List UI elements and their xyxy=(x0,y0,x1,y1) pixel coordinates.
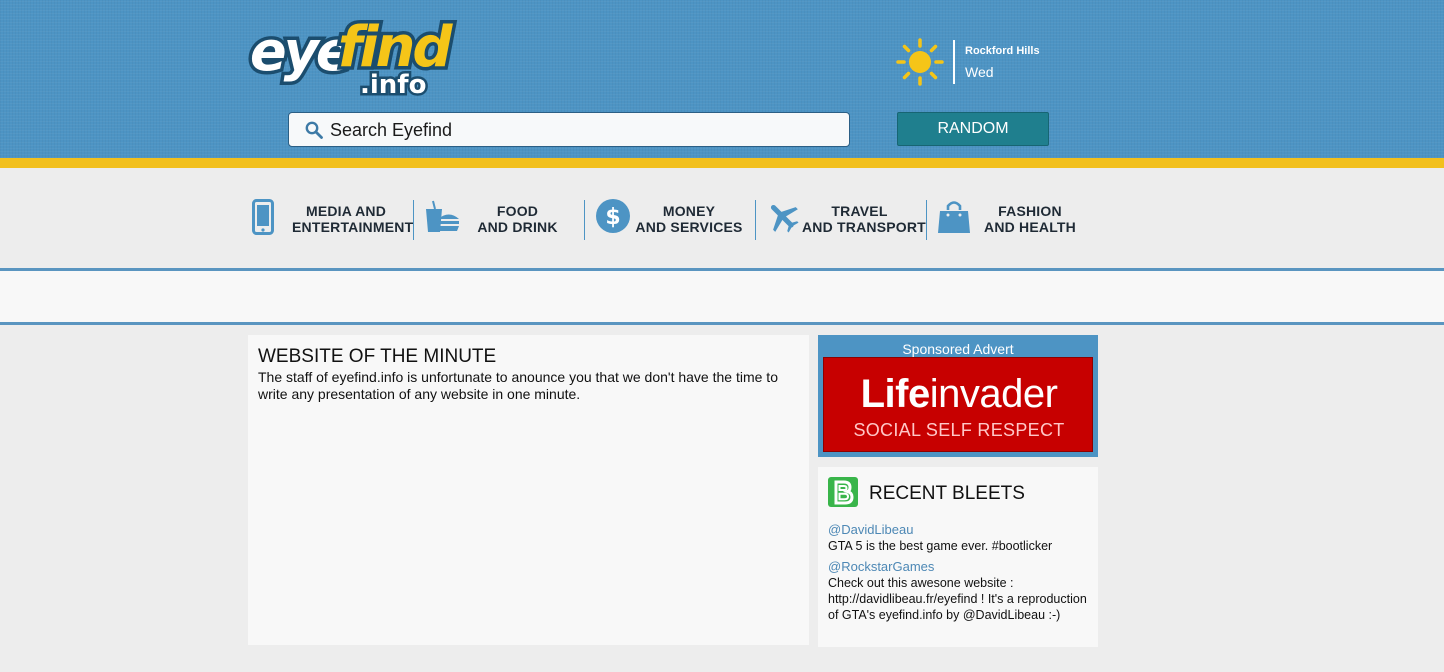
svg-text:eye: eye xyxy=(250,20,351,83)
search-box[interactable] xyxy=(288,112,850,147)
category-media-entertainment[interactable]: MEDIA AND ENTERTAINMENT xyxy=(252,198,414,240)
bleet-item: @RockstarGames Check out this awesone we… xyxy=(828,559,1088,623)
search-icon[interactable] xyxy=(305,121,323,139)
svg-text:.info: .info xyxy=(360,70,426,100)
phone-icon xyxy=(252,199,274,235)
category-label: TRAVEL AND TRANSPORT xyxy=(802,203,926,235)
bleets-title: RECENT BLEETS xyxy=(869,483,1025,504)
category-label: MEDIA AND ENTERTAINMENT xyxy=(292,203,414,235)
bleeter-icon xyxy=(828,477,858,507)
lifeinvader-ad-banner[interactable]: Lifeinvader SOCIAL SELF RESPECT xyxy=(823,357,1093,452)
eyefind-logo[interactable]: eye find .info xyxy=(246,8,464,103)
category-label: MONEY AND SERVICES xyxy=(635,203,743,235)
category-travel-transport[interactable]: TRAVEL AND TRANSPORT xyxy=(766,198,926,240)
recent-bleets-panel: RECENT BLEETS @DavidLibeau GTA 5 is the … xyxy=(818,467,1098,647)
category-separator xyxy=(926,200,927,240)
bleet-item: @DavidLibeau GTA 5 is the best game ever… xyxy=(828,522,1088,554)
food-icon xyxy=(426,200,459,232)
category-nav: MEDIA AND ENTERTAINMENT FOOD AND DRINK $ M… xyxy=(0,168,1444,268)
ad-label: Sponsored Advert xyxy=(902,341,1014,357)
ad-tagline: SOCIAL SELF RESPECT xyxy=(853,420,1065,440)
banner-strip xyxy=(0,271,1444,322)
category-food-drink[interactable]: FOOD AND DRINK xyxy=(424,198,579,240)
wotm-title: WEBSITE OF THE MINUTE xyxy=(258,346,497,367)
website-of-the-minute-panel: WEBSITE OF THE MINUTE The staff of eyefi… xyxy=(248,335,809,645)
dollar-icon: $ xyxy=(596,199,630,233)
category-label: FOOD AND DRINK xyxy=(477,203,558,235)
bleet-text: GTA 5 is the best game ever. #bootlicker xyxy=(828,539,1053,553)
random-button[interactable]: RANDOM xyxy=(897,112,1049,146)
sponsored-advert: Sponsored Advert Lifeinvader SOCIAL SELF… xyxy=(818,335,1098,457)
plane-icon xyxy=(770,204,799,233)
search-input[interactable] xyxy=(330,118,830,142)
category-separator xyxy=(413,200,414,240)
wotm-text: The staff of eyefind.info is unfortunate… xyxy=(258,369,778,402)
site-header: eye find .info Rockford Hills Wed RANDOM xyxy=(0,0,1444,158)
svg-text:$: $ xyxy=(605,205,620,230)
weather-city: Rockford Hills xyxy=(965,45,1040,57)
nav-rule xyxy=(0,322,1444,325)
category-label: FASHION AND HEALTH xyxy=(984,203,1076,235)
category-fashion-health[interactable]: FASHION AND HEALTH xyxy=(937,198,1092,240)
bleet-user-link[interactable]: @RockstarGames xyxy=(828,559,1088,575)
header-accent-bar xyxy=(0,158,1444,168)
weather-day: Wed xyxy=(965,64,994,80)
category-separator xyxy=(584,200,585,240)
category-money-services[interactable]: $ MONEY AND SERVICES xyxy=(595,198,750,240)
sun-icon xyxy=(896,38,944,86)
shopping-bag-icon xyxy=(938,201,970,233)
ad-brand: Lifeinvader xyxy=(860,372,1058,416)
category-separator xyxy=(755,200,756,240)
bleet-user-link[interactable]: @DavidLibeau xyxy=(828,522,1088,538)
bleet-text: Check out this awesone website : http://… xyxy=(828,576,1087,622)
weather-divider xyxy=(953,40,955,84)
